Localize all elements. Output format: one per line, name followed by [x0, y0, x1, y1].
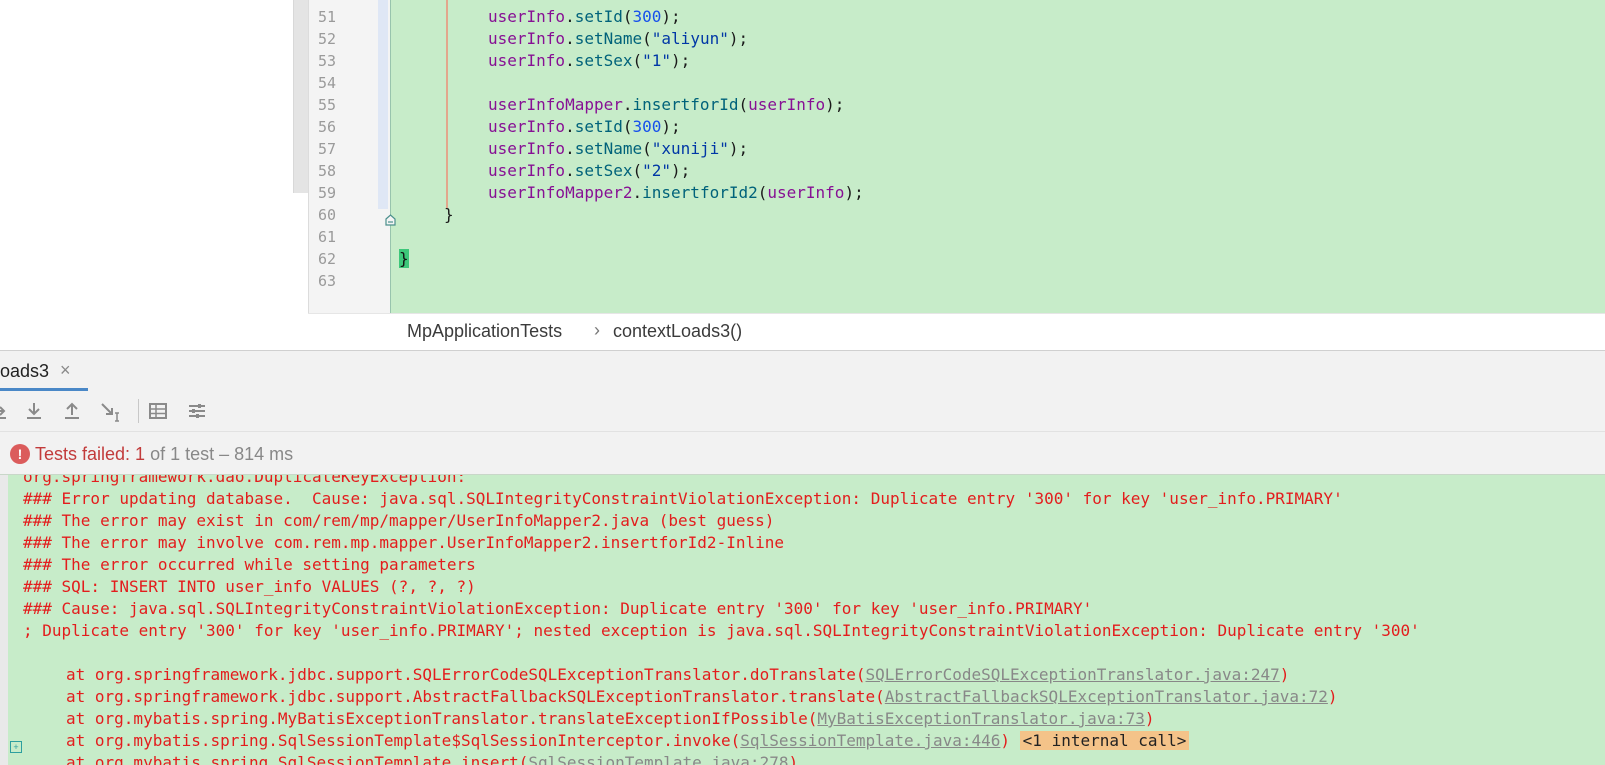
source-link[interactable]: AbstractFallbackSQLExceptionTranslator.j…: [885, 687, 1328, 706]
tests-summary: of 1 test – 814 ms: [145, 444, 294, 464]
console-line: ; Duplicate entry '300' for key 'user_in…: [23, 621, 1420, 640]
code-editor[interactable]: 51 52 53 54 55 56 57 58 59 60 61 62 63 u…: [0, 0, 1605, 350]
line-number: 55: [317, 96, 336, 114]
left-panel-scrollbar[interactable]: [293, 0, 309, 193]
fold-marker-icon[interactable]: [385, 214, 396, 226]
class-closing-brace: }: [399, 249, 409, 268]
line-number: 63: [317, 272, 336, 290]
line-number: 58: [317, 162, 336, 180]
run-panel: oads3 × ! Tests failed: 1 of 1 test – 81…: [0, 350, 1605, 765]
code-line: userInfo.setId(300);: [488, 7, 681, 26]
toolbar-separator: [138, 399, 139, 423]
tests-failed-label: Tests failed: 1: [35, 444, 146, 464]
code-line: userInfo.setSex("2");: [488, 161, 691, 180]
line-number: 53: [317, 52, 336, 70]
line-number: 59: [317, 184, 336, 202]
code-line: userInfo.setName("aliyun");: [488, 29, 749, 48]
stack-trace-line: at org.springframework.jdbc.support.SQLE…: [66, 665, 1290, 684]
run-toolbar: [0, 391, 1605, 431]
method-closing-brace: }: [444, 205, 454, 224]
console-output[interactable]: org.springframework.dao.DuplicateKeyExce…: [0, 474, 1605, 765]
line-number: 56: [317, 118, 336, 136]
run-tab[interactable]: oads3 ×: [0, 351, 88, 391]
line-number: 54: [317, 74, 336, 92]
expand-icon[interactable]: +: [10, 741, 22, 753]
download-icon[interactable]: [22, 399, 46, 423]
stack-trace-line: at org.mybatis.spring.SqlSessionTemplate…: [66, 731, 1190, 750]
change-marker: [378, 0, 388, 209]
line-number: 61: [317, 228, 336, 246]
scroll-up-icon[interactable]: [0, 399, 12, 423]
export-icon[interactable]: [98, 399, 122, 423]
upload-icon[interactable]: [60, 399, 84, 423]
console-line: ### Cause: java.sql.SQLIntegrityConstrai…: [23, 599, 1093, 618]
internal-call-badge[interactable]: <1 internal call>: [1019, 731, 1190, 750]
close-icon[interactable]: ×: [60, 360, 71, 381]
stack-trace-line: at org.springframework.jdbc.support.Abst…: [66, 687, 1338, 706]
line-number: 60: [317, 206, 336, 224]
line-number: 51: [317, 8, 336, 26]
run-tab-label: oads3: [0, 361, 50, 381]
console-gutter: [0, 475, 8, 765]
code-line: userInfoMapper2.insertforId2(userInfo);: [488, 183, 864, 202]
line-number: 57: [317, 140, 336, 158]
console-line: ### SQL: INSERT INTO user_info VALUES (?…: [23, 577, 476, 596]
breadcrumb-method[interactable]: contextLoads3(): [613, 321, 742, 342]
line-number: 52: [317, 30, 336, 48]
console-line: ### The error may involve com.rem.mp.map…: [23, 533, 784, 552]
source-link[interactable]: SqlSessionTemplate.java:278: [528, 753, 788, 765]
stack-trace-line: at org.mybatis.spring.SqlSessionTemplate…: [66, 753, 798, 765]
source-link[interactable]: SqlSessionTemplate.java:446: [740, 731, 1000, 750]
breadcrumb: MpApplicationTests › contextLoads3(): [308, 313, 1605, 350]
line-number: 62: [317, 250, 336, 268]
run-tab-strip: oads3 ×: [0, 351, 1605, 391]
code-line: userInfo.setId(300);: [488, 117, 681, 136]
source-link[interactable]: MyBatisExceptionTranslator.java:73: [817, 709, 1145, 728]
error-icon: !: [10, 444, 30, 464]
stack-trace-line: at org.mybatis.spring.MyBatisExceptionTr…: [66, 709, 1155, 728]
indent-guide: [446, 0, 448, 208]
console-line: ### Error updating database. Cause: java…: [23, 489, 1343, 508]
left-panel: [0, 0, 308, 350]
test-status-row: ! Tests failed: 1 of 1 test – 814 ms: [0, 431, 1605, 475]
breadcrumb-separator: ›: [594, 320, 600, 340]
console-line: ### The error occurred while setting par…: [23, 555, 476, 574]
source-link[interactable]: SQLErrorCodeSQLExceptionTranslator.java:…: [866, 665, 1280, 684]
breadcrumb-class[interactable]: MpApplicationTests: [407, 321, 562, 342]
settings-sliders-icon[interactable]: [185, 399, 209, 423]
table-icon[interactable]: [146, 399, 170, 423]
code-line: userInfoMapper.insertforId(userInfo);: [488, 95, 845, 114]
test-status: Tests failed: 1 of 1 test – 814 ms: [35, 444, 293, 465]
console-line: ### The error may exist in com/rem/mp/ma…: [23, 511, 775, 530]
code-line: userInfo.setName("xuniji");: [488, 139, 749, 158]
code-line: userInfo.setSex("1");: [488, 51, 691, 70]
console-line: org.springframework.dao.DuplicateKeyExce…: [23, 474, 467, 486]
